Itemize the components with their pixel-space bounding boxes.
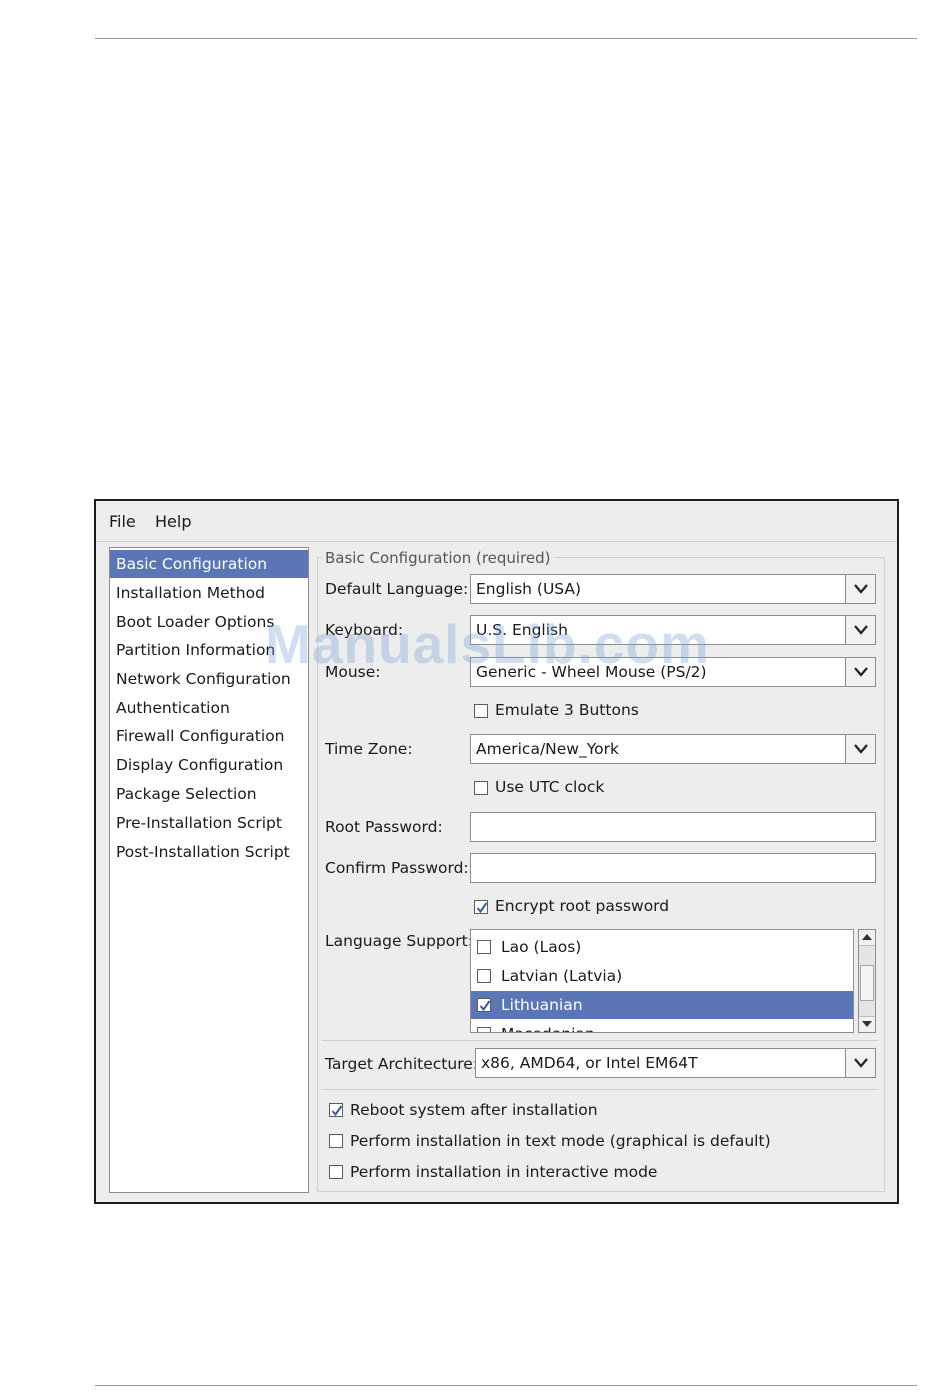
language-checkbox[interactable] (477, 1027, 491, 1032)
chevron-down-icon (854, 584, 868, 594)
language-list-scrollbar[interactable] (858, 929, 876, 1033)
sidebar-item-authentication[interactable]: Authentication (110, 694, 308, 722)
emulate-3-buttons-checkbox[interactable] (474, 704, 488, 718)
scroll-up-icon (862, 934, 872, 940)
root-password-label: Root Password: (325, 818, 443, 836)
time-zone-combo[interactable]: America/New_York (470, 734, 876, 764)
checkmark-icon (479, 1000, 491, 1012)
section-title: Basic Configuration (required) (322, 549, 554, 567)
default-language-label: Default Language: (325, 580, 469, 598)
scroll-thumb[interactable] (860, 965, 874, 1001)
language-label: Macedonian (501, 1020, 595, 1032)
chevron-down-icon (854, 744, 868, 754)
menu-file[interactable]: File (109, 512, 136, 531)
chevron-down-icon (854, 667, 868, 677)
scroll-up-button[interactable] (859, 930, 875, 946)
menu-help[interactable]: Help (155, 512, 191, 531)
sidebar-item-basic-configuration[interactable]: Basic Configuration (110, 550, 308, 578)
language-label: Latvian (Latvia) (501, 967, 623, 985)
language-checkbox[interactable] (477, 940, 491, 954)
root-password-field[interactable] (470, 812, 876, 842)
time-zone-value: America/New_York (476, 740, 619, 758)
target-architecture-label: Target Architecture: (325, 1055, 478, 1073)
interactive-mode-label: Perform installation in interactive mode (350, 1163, 658, 1181)
use-utc-clock-label: Use UTC clock (495, 778, 605, 796)
encrypt-root-password-checkbox[interactable] (474, 900, 488, 914)
reboot-after-install-checkbox[interactable] (329, 1103, 343, 1117)
emulate-3-buttons-label: Emulate 3 Buttons (495, 701, 639, 719)
chevron-down-icon (854, 625, 868, 635)
list-item[interactable]: Lao (Laos) (471, 933, 853, 961)
chevron-down-icon (854, 1058, 868, 1068)
list-item[interactable]: Macedonian (471, 1020, 853, 1032)
sidebar-item-installation-method[interactable]: Installation Method (110, 579, 308, 607)
target-architecture-combo[interactable]: x86, AMD64, or Intel EM64T (475, 1048, 876, 1078)
target-architecture-dropdown-button[interactable] (845, 1048, 876, 1078)
list-item-selected[interactable]: Lithuanian (471, 991, 853, 1019)
text-mode-label: Perform installation in text mode (graph… (350, 1132, 771, 1150)
checkmark-icon (331, 1105, 343, 1117)
time-zone-label: Time Zone: (325, 740, 413, 758)
scroll-down-icon (862, 1021, 872, 1027)
page-top-rule (95, 38, 917, 39)
keyboard-dropdown-button[interactable] (845, 615, 876, 645)
checkmark-icon (476, 902, 488, 914)
language-checkbox[interactable] (477, 969, 491, 983)
scroll-down-button[interactable] (859, 1016, 875, 1032)
language-label: Lithuanian (501, 996, 583, 1014)
mouse-dropdown-button[interactable] (845, 657, 876, 687)
language-support-label: Language Support: (325, 932, 473, 950)
time-zone-dropdown-button[interactable] (845, 734, 876, 764)
sidebar-item-firewall-configuration[interactable]: Firewall Configuration (110, 722, 308, 750)
sidebar-item-post-installation-script[interactable]: Post-Installation Script (110, 838, 308, 866)
separator (322, 1040, 878, 1041)
page-bottom-rule (95, 1385, 917, 1386)
reboot-after-install-label: Reboot system after installation (350, 1101, 598, 1119)
language-support-list[interactable]: Lao (Laos) Latvian (Latvia) Lithuanian M… (470, 929, 854, 1033)
separator (322, 1089, 878, 1090)
confirm-password-field[interactable] (470, 853, 876, 883)
interactive-mode-checkbox[interactable] (329, 1165, 343, 1179)
watermark-logo: ManualsLib.com (265, 613, 710, 675)
default-language-combo[interactable]: English (USA) (470, 574, 876, 604)
list-item[interactable]: Latvian (Latvia) (471, 962, 853, 990)
sidebar-item-package-selection[interactable]: Package Selection (110, 780, 308, 808)
sidebar-item-pre-installation-script[interactable]: Pre-Installation Script (110, 809, 308, 837)
sidebar-item-display-configuration[interactable]: Display Configuration (110, 751, 308, 779)
kickstart-window: File Help Basic Configuration Installati… (94, 499, 899, 1204)
language-checkbox[interactable] (477, 998, 491, 1012)
confirm-password-label: Confirm Password: (325, 859, 469, 877)
target-architecture-value: x86, AMD64, or Intel EM64T (481, 1054, 698, 1072)
default-language-dropdown-button[interactable] (845, 574, 876, 604)
language-label: Lao (Laos) (501, 938, 582, 956)
menu-bar: File Help (96, 501, 897, 542)
encrypt-root-password-label: Encrypt root password (495, 897, 670, 915)
text-mode-checkbox[interactable] (329, 1134, 343, 1148)
default-language-value: English (USA) (476, 580, 582, 598)
use-utc-clock-checkbox[interactable] (474, 781, 488, 795)
